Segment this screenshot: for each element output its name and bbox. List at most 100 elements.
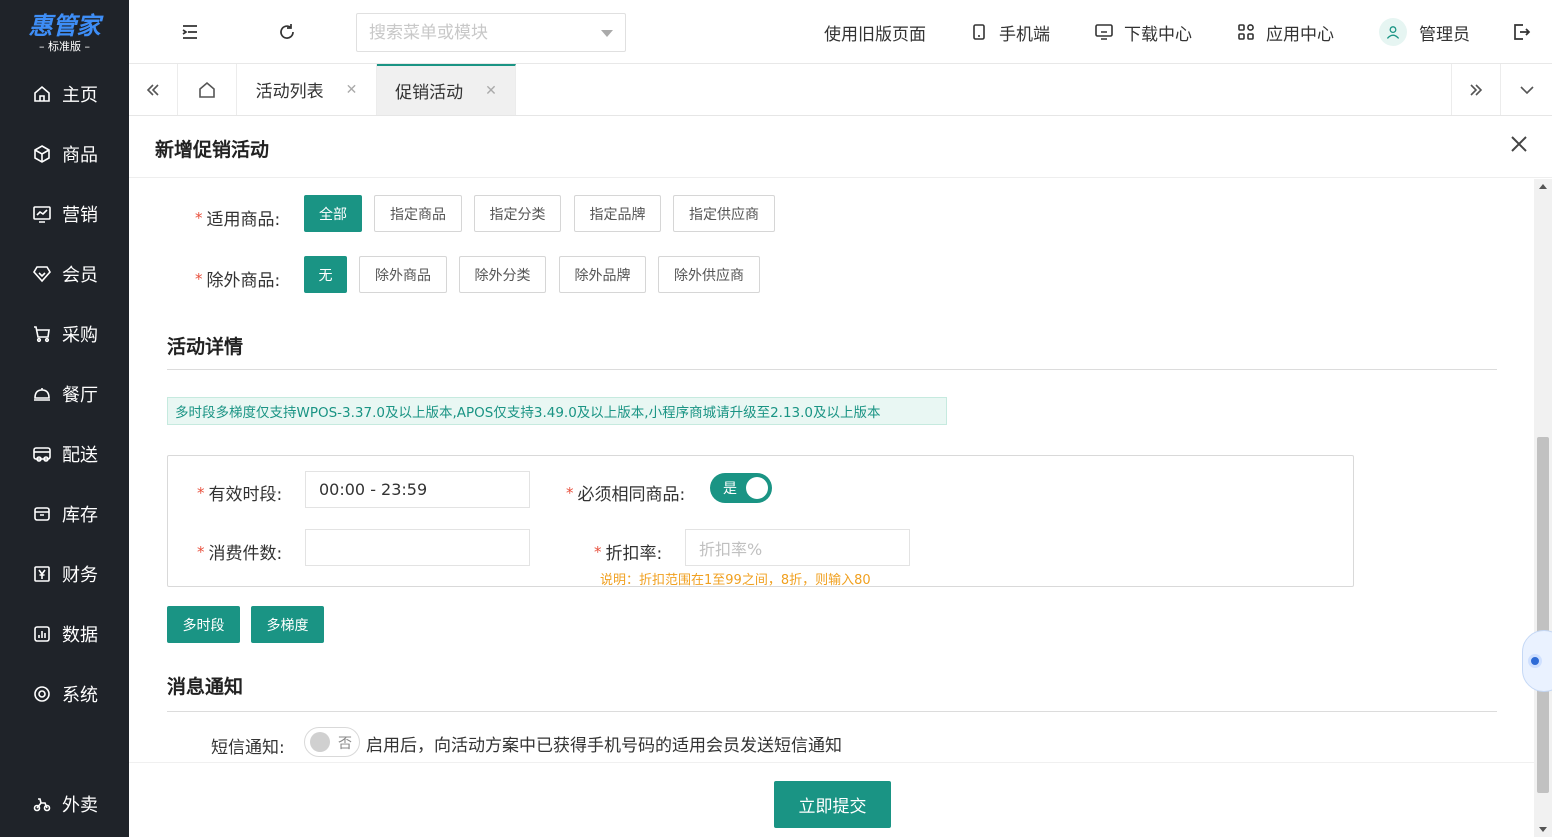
sidebar-item-label: 外卖	[62, 795, 98, 816]
discount-input[interactable]: 折扣率%	[685, 529, 910, 566]
required-mark: *	[197, 542, 205, 561]
double-chevron-left-icon	[146, 83, 159, 96]
tab-label: 活动列表	[255, 82, 324, 102]
applicable-all-button[interactable]: 全部	[304, 195, 362, 232]
download-center-label: 下载中心	[1124, 24, 1192, 45]
page-title: 新增促销活动	[155, 139, 270, 161]
tabs-dropdown[interactable]	[1501, 64, 1552, 115]
tabs-scroll-right[interactable]	[1451, 64, 1501, 115]
chart-icon	[33, 206, 51, 223]
tier-card: * 有效时段: 00:00 - 23:59 * 必须相同商品: 是 * 消费件数: *…	[167, 455, 1354, 588]
box-icon	[34, 507, 50, 521]
app-center-label: 应用中心	[1266, 24, 1334, 45]
excluded-goods-button[interactable]: 除外商品	[359, 256, 447, 293]
multi-tier-button[interactable]: 多梯度	[251, 606, 324, 643]
sidebar-item-delivery[interactable]: 配送	[0, 424, 129, 484]
logout-icon[interactable]	[1511, 22, 1531, 42]
chevron-down-icon[interactable]	[601, 30, 613, 37]
excluded-category-button[interactable]: 除外分类	[459, 256, 546, 293]
tab-promotion[interactable]: 促销活动 ✕	[377, 64, 516, 115]
same-goods-toggle[interactable]: 是	[710, 473, 772, 503]
toggle-knob	[310, 732, 330, 752]
double-chevron-right-icon	[1470, 83, 1483, 96]
bell-icon	[34, 388, 50, 401]
sidebar-item-member[interactable]: 会员	[0, 244, 129, 304]
period-input[interactable]: 00:00 - 23:59	[305, 471, 530, 508]
required-mark: *	[566, 483, 574, 502]
sidebar-item-label: 商品	[62, 145, 98, 166]
divider	[167, 369, 1497, 370]
sidebar-item-marketing[interactable]: 营销	[0, 184, 129, 244]
sms-toggle[interactable]: 否	[304, 727, 360, 757]
sidebar-item-label: 系统	[62, 685, 98, 706]
sidebar-item-label: 餐厅	[62, 385, 98, 406]
quantity-label: * 消费件数:	[197, 542, 283, 565]
excluded-none-button[interactable]: 无	[304, 256, 347, 293]
period-label: * 有效时段:	[197, 483, 283, 506]
brand-edition: – 标准版 –	[39, 40, 90, 53]
excluded-goods-label: * 除外商品:	[195, 269, 281, 292]
robot-eye	[1528, 654, 1542, 668]
tab-activity-list[interactable]: 活动列表 ✕	[237, 64, 377, 115]
tab-home[interactable]	[178, 64, 237, 115]
sidebar-item-label: 主页	[62, 85, 98, 106]
old-version-label: 使用旧版页面	[824, 24, 926, 45]
scrollbar[interactable]	[1534, 179, 1552, 837]
notification-title: 消息通知	[167, 676, 244, 698]
applicable-category-button[interactable]: 指定分类	[474, 195, 561, 232]
sidebar-item-stock[interactable]: 库存	[0, 484, 129, 544]
sidebar-item-system[interactable]: 系统	[0, 664, 129, 724]
scrollbar-thumb[interactable]	[1537, 437, 1549, 793]
promotion-panel: 新增促销活动 * 适用商品: 全部 指定商品 指定分类 指定品牌 指定供应商 * 除…	[129, 116, 1552, 837]
assistant-robot-icon[interactable]	[1522, 630, 1552, 692]
excluded-brand-button[interactable]: 除外品牌	[559, 256, 646, 293]
close-icon[interactable]	[1508, 133, 1532, 157]
panel-header: 新增促销活动	[129, 116, 1552, 178]
sidebar-item-home[interactable]: 主页	[0, 64, 129, 124]
applicable-goods-label: * 适用商品:	[195, 208, 281, 231]
submit-button[interactable]: 立即提交	[774, 781, 891, 828]
sidebar-item-goods[interactable]: 商品	[0, 124, 129, 184]
app-center-link[interactable]: 应用中心	[1236, 0, 1334, 64]
sidebar-item-purchase[interactable]: 采购	[0, 304, 129, 364]
sidebar-item-data[interactable]: 数据	[0, 604, 129, 664]
sidebar-item-label: 采购	[62, 325, 98, 346]
applicable-goods-button[interactable]: 指定商品	[374, 195, 462, 232]
close-icon[interactable]: ✕	[346, 82, 358, 98]
sidebar-item-takeout[interactable]: 外卖	[0, 774, 129, 834]
tabs-scroll-left[interactable]	[129, 64, 178, 115]
logo[interactable]: 惠管家 – 标准版 –	[0, 0, 129, 64]
sidebar-item-label: 数据	[62, 625, 98, 646]
download-center-link[interactable]: 下载中心	[1094, 0, 1192, 64]
tab-bar: 活动列表 ✕ 促销活动 ✕	[129, 64, 1552, 116]
brand-name: 惠管家	[28, 12, 101, 40]
activity-detail-title: 活动详情	[167, 336, 244, 358]
sidebar: 惠管家 – 标准版 – 主页 商品 营销 会员 采购 餐厅 配送 库存 财务 数…	[0, 0, 129, 837]
refresh-icon[interactable]	[277, 22, 297, 42]
sidebar-item-finance[interactable]: 财务	[0, 544, 129, 604]
apps-icon	[1238, 24, 1254, 40]
multi-period-button[interactable]: 多时段	[167, 606, 240, 643]
toggle-label: 否	[338, 736, 352, 752]
top-bar: 使用旧版页面 手机端 下载中心 应用中心 管理员	[129, 0, 1552, 64]
close-icon[interactable]: ✕	[485, 83, 497, 99]
scroll-down-icon[interactable]	[1539, 827, 1547, 832]
search-box[interactable]	[356, 13, 626, 52]
mobile-link[interactable]: 手机端	[969, 0, 1050, 64]
sidebar-item-restaurant[interactable]: 餐厅	[0, 364, 129, 424]
applicable-brand-button[interactable]: 指定品牌	[574, 195, 661, 232]
scroll-up-icon[interactable]	[1539, 184, 1547, 189]
user-menu[interactable]: 管理员	[1379, 0, 1470, 64]
divider	[167, 711, 1497, 712]
form-content: * 适用商品: 全部 指定商品 指定分类 指定品牌 指定供应商 * 除外商品: 无 …	[129, 179, 1534, 762]
sidebar-item-label: 会员	[62, 265, 98, 286]
quantity-input[interactable]	[305, 529, 530, 566]
menu-collapse-icon[interactable]	[180, 22, 200, 42]
old-version-link[interactable]: 使用旧版页面	[824, 0, 926, 64]
search-input[interactable]	[369, 22, 589, 43]
same-goods-label: * 必须相同商品:	[566, 483, 686, 506]
applicable-supplier-button[interactable]: 指定供应商	[673, 195, 775, 232]
home-icon	[199, 81, 215, 98]
required-mark: *	[197, 483, 205, 502]
excluded-supplier-button[interactable]: 除外供应商	[658, 256, 760, 293]
